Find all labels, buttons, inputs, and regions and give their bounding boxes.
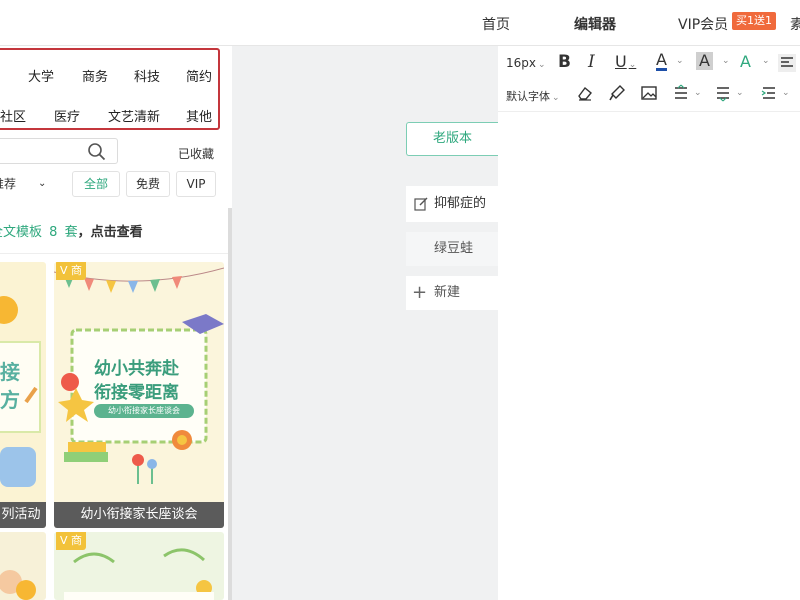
card-art-text: 方	[0, 388, 20, 412]
notice-suffix: ，点击查看	[77, 225, 143, 240]
chevron-down-icon: ⌄	[38, 178, 47, 189]
search-icon[interactable]	[87, 142, 107, 162]
card-art-subtitle: 幼小衔接家长座谈会	[94, 404, 194, 418]
filter-all[interactable]: 全部	[72, 171, 120, 197]
filter-vip[interactable]: VIP	[176, 171, 216, 197]
chevron-down-icon[interactable]: ⌄	[694, 88, 702, 98]
indent-icon[interactable]	[760, 84, 778, 102]
nav-vip[interactable]: VIP会员	[678, 14, 728, 34]
line-height-icon[interactable]	[672, 84, 690, 102]
new-document-button[interactable]: + 新建	[406, 276, 498, 310]
editor-area[interactable]: 16px ⌄ B I U ⌄ A ⌄ A ⌄ A ⌄ 默认字体 ⌄ ⌄ ⌄ ⌄	[498, 46, 800, 600]
notice-count: 8	[49, 225, 58, 240]
font-family-value: 默认字体	[506, 90, 550, 103]
chevron-down-icon[interactable]: ⌄	[722, 56, 730, 66]
document-title: 绿豆蛙	[434, 241, 474, 256]
category-item[interactable]: 医疗	[54, 106, 80, 125]
category-item[interactable]: 社区	[0, 106, 26, 125]
nav-home[interactable]: 首页	[482, 14, 510, 34]
sort-dropdown-value: 推荐	[0, 177, 17, 191]
template-card[interactable]: V 商 幼小共奔赴 衔接零距离 幼小衔接家长座谈会 幼小衔接家长座谈会	[54, 262, 224, 528]
text-effect-icon[interactable]: A	[740, 52, 751, 71]
underline-icon[interactable]: U ⌄	[615, 52, 636, 71]
chevron-down-icon[interactable]: ⌄	[782, 88, 790, 98]
category-item[interactable]: 其他	[186, 106, 212, 125]
favorites-link[interactable]: 已收藏	[178, 145, 214, 162]
font-color-icon[interactable]: A	[656, 52, 667, 71]
card-title: 列活动	[0, 502, 46, 528]
card-art-title: 衔接零距离	[94, 383, 179, 403]
document-item[interactable]: 绿豆蛙	[406, 232, 498, 266]
bold-icon[interactable]: B	[558, 52, 571, 72]
plus-icon: +	[412, 282, 428, 303]
chevron-down-icon[interactable]: ⌄	[736, 88, 744, 98]
template-card[interactable]	[0, 532, 46, 600]
template-panel: 大学 商务 科技 简约 社区 医疗 文艺清新 其他 已收藏 推荐 ⌄ 全部 免费…	[0, 46, 232, 600]
template-search-input[interactable]	[0, 138, 118, 164]
vip-commercial-badge: V 商	[56, 262, 87, 280]
template-card[interactable]: 接 方 列活动	[0, 262, 46, 528]
sort-dropdown[interactable]: 推荐 ⌄	[0, 171, 58, 197]
category-item[interactable]: 简约	[186, 66, 212, 85]
template-thumbnail	[0, 570, 36, 600]
category-item[interactable]: 文艺清新	[108, 106, 160, 125]
nav-truncated[interactable]: 素	[790, 14, 800, 34]
editor-toolbar: 16px ⌄ B I U ⌄ A ⌄ A ⌄ A ⌄ 默认字体 ⌄ ⌄ ⌄ ⌄	[498, 46, 800, 112]
scrollbar[interactable]	[228, 208, 232, 600]
vip-commercial-badge: V 商	[56, 532, 87, 550]
card-art-title: 幼小共奔赴	[94, 359, 179, 379]
notice-unit: 套	[64, 225, 78, 240]
document-title: 抑郁症的	[434, 196, 487, 211]
edit-icon	[414, 197, 428, 211]
top-navigation-bar: 首页 编辑器 VIP会员 买1送1 素	[0, 0, 800, 46]
card-art-text: 接	[0, 360, 20, 384]
format-painter-icon[interactable]	[608, 84, 626, 102]
align-left-icon[interactable]	[778, 54, 796, 72]
filter-free[interactable]: 免费	[126, 171, 170, 197]
image-icon[interactable]	[640, 84, 658, 102]
category-item[interactable]: 科技	[134, 66, 160, 85]
font-size-value: 16px	[506, 56, 536, 70]
eraser-icon[interactable]	[576, 84, 594, 102]
nav-editor[interactable]: 编辑器	[574, 14, 616, 34]
font-size-select[interactable]: 16px ⌄	[506, 56, 546, 70]
card-title: 幼小衔接家长座谈会	[54, 502, 224, 528]
chevron-down-icon[interactable]: ⌄	[762, 56, 770, 66]
paragraph-spacing-icon[interactable]	[714, 84, 732, 102]
chevron-down-icon: ⌄	[552, 93, 560, 103]
category-item[interactable]: 商务	[82, 66, 108, 85]
fulltext-template-notice[interactable]: 全文模板 8 套，点击查看	[0, 212, 228, 254]
font-family-select[interactable]: 默认字体 ⌄	[506, 88, 560, 104]
highlight-color-icon[interactable]: A	[696, 52, 713, 70]
category-filter-box: 大学 商务 科技 简约 社区 医疗 文艺清新 其他	[0, 48, 220, 130]
category-item[interactable]: 大学	[28, 66, 54, 85]
chevron-down-icon[interactable]: ⌄	[676, 56, 684, 66]
chevron-down-icon: ⌄	[538, 60, 546, 70]
document-item[interactable]: 抑郁症的	[406, 186, 498, 222]
new-document-label: 新建	[434, 285, 461, 300]
old-version-button[interactable]: 老版本	[406, 122, 498, 156]
notice-prefix: 全文模板	[0, 225, 43, 240]
template-card[interactable]: V 商	[54, 532, 224, 600]
vip-promo-badge: 买1送1	[732, 12, 776, 30]
italic-icon[interactable]: I	[588, 52, 595, 72]
